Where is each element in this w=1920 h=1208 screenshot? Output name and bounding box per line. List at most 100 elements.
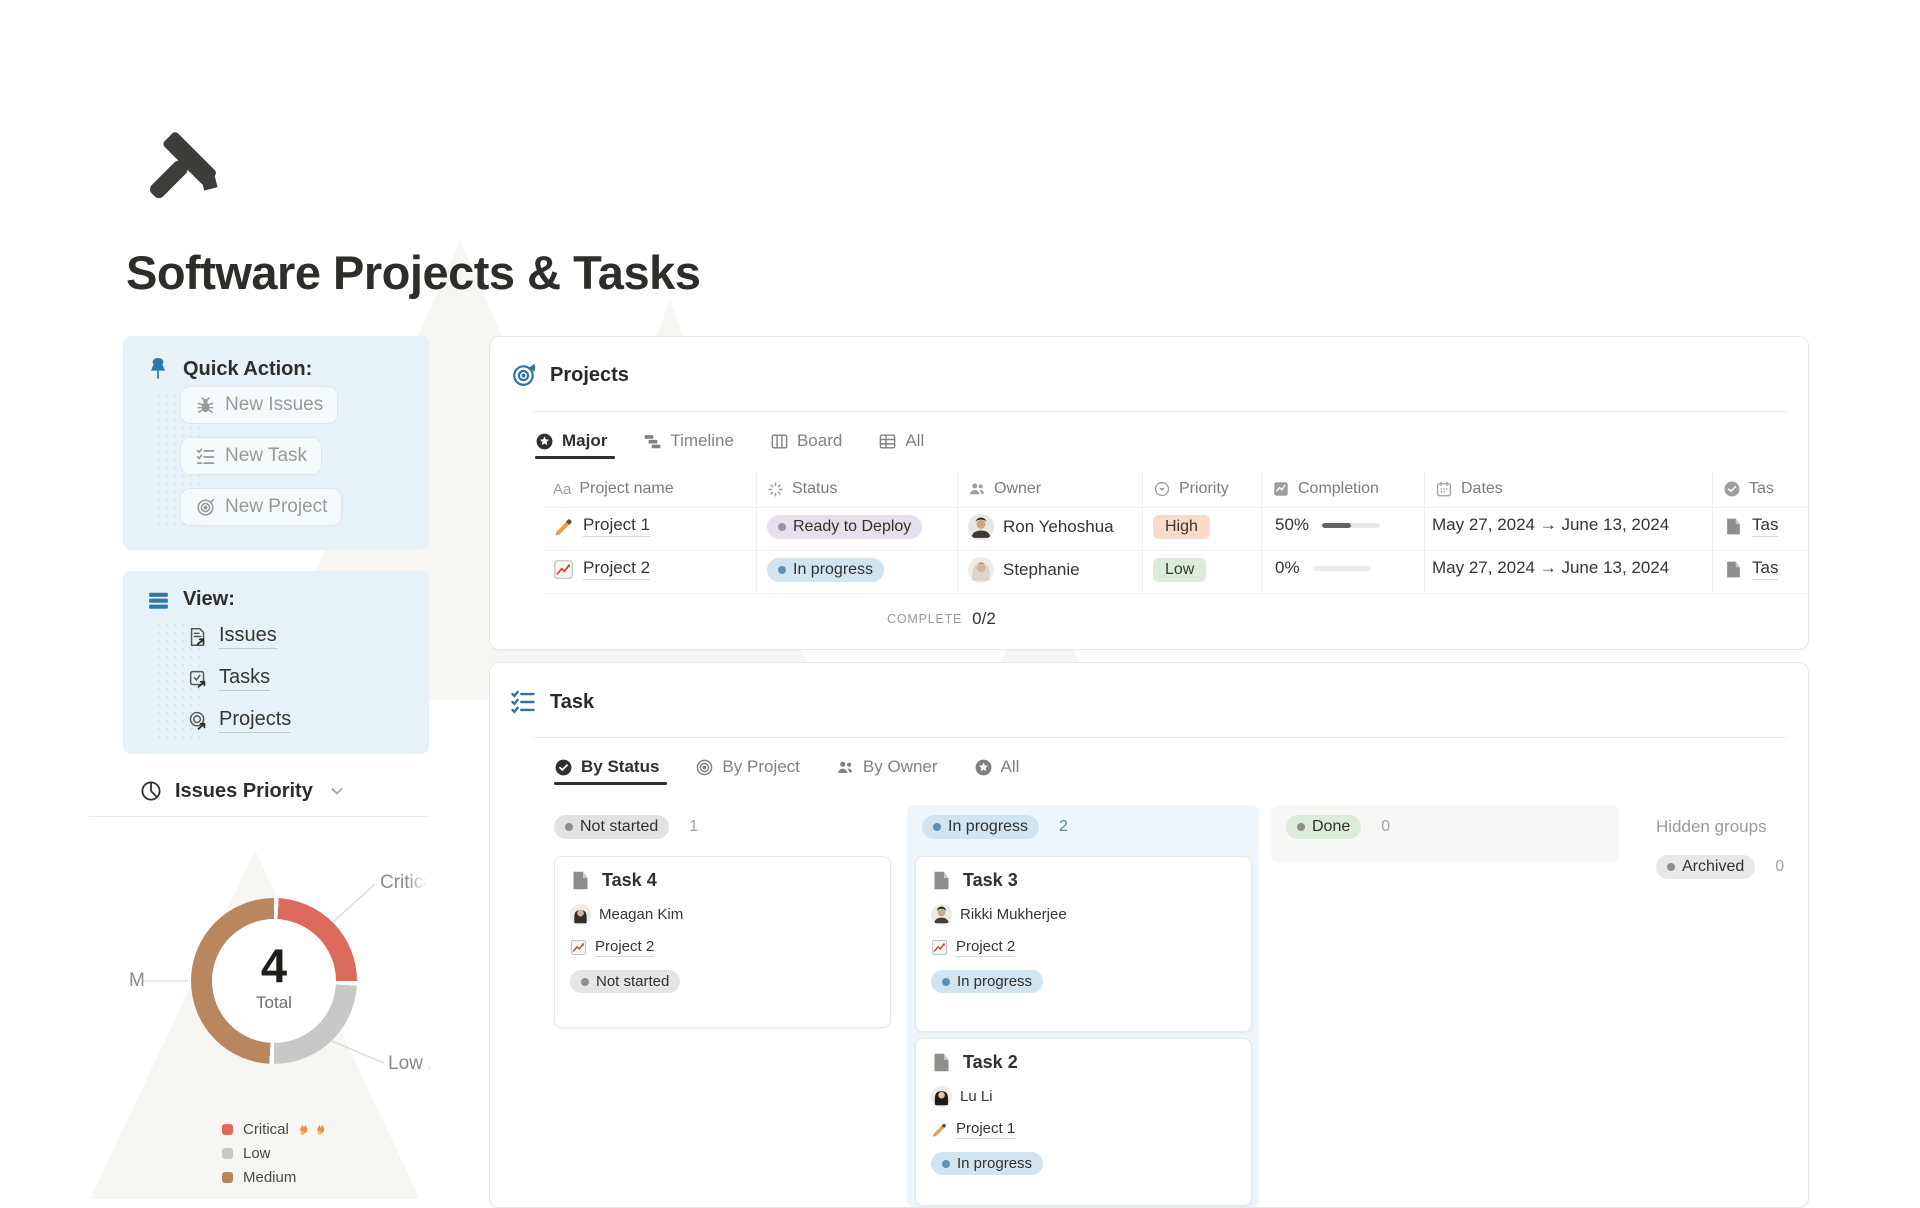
dates-cell[interactable]: May 27, 2024 → June 13, 2024 bbox=[1432, 515, 1669, 535]
sidebar-divider bbox=[89, 816, 429, 817]
task-card: Task By Status By Project By Owner All bbox=[489, 662, 1809, 1208]
tab-board[interactable]: Board bbox=[770, 431, 842, 451]
legend-swatch-medium bbox=[222, 1172, 233, 1183]
tab-by-status[interactable]: By Status bbox=[554, 757, 659, 777]
people-icon bbox=[968, 480, 986, 498]
legend-item-medium: Medium bbox=[222, 1169, 327, 1186]
view-title: View: bbox=[183, 588, 235, 611]
owner-name: Stephanie bbox=[1003, 560, 1080, 580]
col-priority: Priority bbox=[1179, 480, 1229, 498]
archived-label: Archived bbox=[1682, 858, 1744, 876]
donut-callout-critical: Critica bbox=[380, 872, 430, 894]
sidebar-item-tasks[interactable]: Tasks bbox=[187, 666, 270, 691]
target-icon bbox=[511, 362, 537, 388]
status-label: Ready to Deploy bbox=[793, 518, 911, 536]
task-owner-row: Lu Li bbox=[931, 1086, 1236, 1107]
projects-section-title: Projects bbox=[550, 364, 629, 387]
legend-label-medium: Medium bbox=[243, 1169, 296, 1186]
table-row-project-1-name[interactable]: Project 1 bbox=[553, 515, 650, 537]
complete-value: 0/2 bbox=[972, 609, 996, 629]
star-circle-icon bbox=[974, 758, 993, 777]
task-card-task-3[interactable]: Task 3 Rikki Mukherjee Project 2 In prog… bbox=[915, 856, 1252, 1032]
issues-priority-chart: 4 Total Critica M Low 1 Critical Low Med… bbox=[128, 855, 430, 1199]
fire-icon bbox=[295, 1122, 327, 1137]
tab-all[interactable]: All bbox=[974, 757, 1020, 777]
completion-bar bbox=[1313, 566, 1371, 571]
task-title: Task 2 bbox=[963, 1052, 1018, 1073]
legend-item-low: Low bbox=[222, 1145, 327, 1162]
status-pill-in-progress[interactable]: In progress bbox=[767, 558, 884, 582]
completion-bar bbox=[1322, 523, 1380, 528]
check-circle-icon bbox=[1723, 480, 1741, 498]
owner-cell-stephanie[interactable]: Stephanie bbox=[968, 557, 1080, 583]
tab-by-status-label: By Status bbox=[581, 757, 659, 777]
task-owner-row: Meagan Kim bbox=[570, 904, 875, 925]
dates-cell[interactable]: May 27, 2024 → June 13, 2024 bbox=[1432, 558, 1669, 578]
task-project-link[interactable]: Project 2 bbox=[956, 938, 1015, 957]
status-pill-ready-to-deploy[interactable]: Ready to Deploy bbox=[767, 515, 922, 539]
task-project-row[interactable]: Project 2 bbox=[570, 938, 875, 957]
project-2-link[interactable]: Project 2 bbox=[583, 558, 650, 580]
tab-major[interactable]: Major bbox=[535, 431, 607, 451]
quick-action-title: Quick Action: bbox=[183, 358, 312, 381]
pie-chart-icon bbox=[139, 779, 163, 803]
task-owner: Meagan Kim bbox=[599, 906, 683, 923]
legend-item-critical: Critical bbox=[222, 1121, 327, 1138]
tab-timeline-label: Timeline bbox=[670, 431, 734, 451]
completion-value: 0% bbox=[1275, 558, 1300, 578]
column-count: 2 bbox=[1059, 818, 1068, 836]
task-project-link[interactable]: Project 1 bbox=[956, 1120, 1015, 1139]
tab-all[interactable]: All bbox=[878, 431, 924, 451]
board-icon bbox=[770, 432, 789, 451]
column-label: Not started bbox=[580, 818, 658, 836]
col-status: Status bbox=[792, 480, 837, 498]
column-label: In progress bbox=[948, 818, 1028, 836]
complete-label: COMPLETE bbox=[887, 612, 962, 626]
tasks-relation-cell[interactable]: Tas bbox=[1724, 558, 1778, 580]
pushpin-icon bbox=[145, 356, 171, 382]
tab-by-project[interactable]: By Project bbox=[695, 757, 799, 777]
new-project-button[interactable]: New Project bbox=[180, 488, 342, 526]
task-status-pill: Not started bbox=[570, 970, 680, 993]
tasks-relation-link[interactable]: Tas bbox=[1752, 515, 1778, 537]
new-task-button[interactable]: New Task bbox=[180, 437, 322, 475]
status-label: In progress bbox=[793, 561, 873, 579]
issues-priority-header[interactable]: Issues Priority bbox=[139, 779, 345, 803]
sidebar-item-projects-label: Projects bbox=[219, 708, 291, 733]
task-title: Task 3 bbox=[963, 870, 1018, 891]
column-pill-not-started[interactable]: Not started bbox=[554, 815, 669, 839]
checklist-icon bbox=[509, 688, 537, 716]
tasks-relation-link[interactable]: Tas bbox=[1752, 558, 1778, 580]
chart-increasing-icon bbox=[553, 559, 574, 580]
tasks-relation-cell[interactable]: Tas bbox=[1724, 515, 1778, 537]
column-pill-in-progress[interactable]: In progress bbox=[922, 815, 1039, 839]
donut-total-label: Total bbox=[191, 993, 357, 1013]
task-project-row[interactable]: Project 2 bbox=[931, 938, 1236, 957]
chart-legend: Critical Low Medium bbox=[222, 1121, 327, 1193]
column-pill-done[interactable]: Done bbox=[1286, 815, 1361, 839]
tab-by-owner-label: By Owner bbox=[863, 757, 938, 777]
task-card-task-4[interactable]: Task 4 Meagan Kim Project 2 Not started bbox=[554, 856, 891, 1028]
page-icon bbox=[1724, 560, 1743, 579]
status-burst-icon bbox=[767, 481, 784, 498]
tab-timeline[interactable]: Timeline bbox=[643, 431, 734, 451]
priority-pill-low[interactable]: Low bbox=[1153, 558, 1206, 582]
project-1-link[interactable]: Project 1 bbox=[583, 515, 650, 537]
avatar bbox=[968, 557, 994, 583]
table-row-project-2-name[interactable]: Project 2 bbox=[553, 558, 650, 580]
archived-pill[interactable]: Archived bbox=[1656, 855, 1755, 879]
page-title: Software Projects & Tasks bbox=[126, 245, 700, 300]
task-project-link[interactable]: Project 2 bbox=[595, 938, 654, 957]
task-card-task-2[interactable]: Task 2 Lu Li Project 1 In progress bbox=[915, 1038, 1252, 1206]
hammer-icon bbox=[131, 126, 225, 220]
task-arrow-icon bbox=[187, 668, 209, 690]
tab-by-owner[interactable]: By Owner bbox=[836, 757, 938, 777]
sidebar-item-issues[interactable]: Issues bbox=[187, 624, 277, 649]
owner-cell-ron[interactable]: Ron Yehoshua bbox=[968, 514, 1114, 540]
new-issues-button[interactable]: New Issues bbox=[180, 386, 338, 424]
task-project-row[interactable]: Project 1 bbox=[931, 1120, 1236, 1139]
column-count: 1 bbox=[689, 818, 698, 836]
tab-board-label: Board bbox=[797, 431, 842, 451]
priority-pill-high[interactable]: High bbox=[1153, 515, 1210, 539]
sidebar-item-projects[interactable]: Projects bbox=[187, 708, 291, 733]
